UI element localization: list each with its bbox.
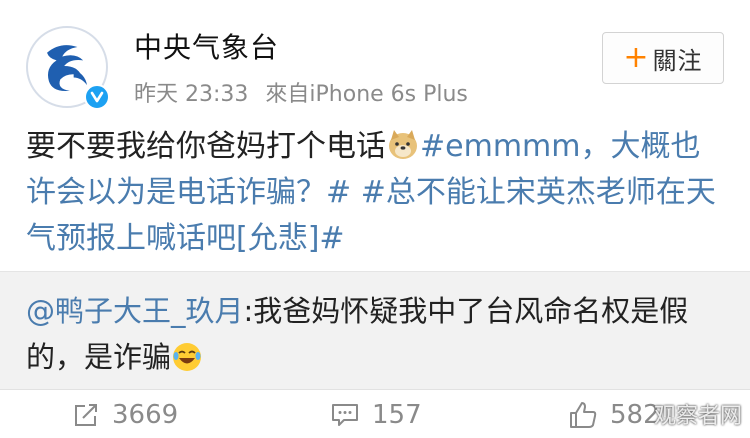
content-text: 要不要我给你爸妈打个电话: [26, 129, 386, 164]
verified-icon: [84, 84, 110, 110]
repost-icon: [75, 404, 97, 426]
laugh-cry-emoji: [173, 343, 202, 371]
post-source: 來自iPhone 6s Plus: [265, 82, 468, 107]
retweet-box[interactable]: @鸭子大王_玖月:我爸妈怀疑我中了台风命名权是假的，是诈骗: [0, 271, 750, 389]
follow-label: 關注: [652, 46, 703, 75]
comment-button[interactable]: 157: [330, 400, 422, 430]
mention-link[interactable]: @鸭子大王_玖月: [26, 294, 244, 328]
comment-icon: [332, 404, 358, 426]
post-meta: 昨天 23:33 來自iPhone 6s Plus: [134, 76, 478, 108]
avatar[interactable]: [26, 26, 110, 110]
repost-count: 3669: [112, 400, 179, 430]
repost-button[interactable]: 3669: [72, 400, 178, 430]
action-bar: 3669 157 582: [0, 389, 750, 438]
follow-button[interactable]: + 關注: [602, 32, 724, 84]
username[interactable]: 中央气象台: [134, 26, 279, 66]
like-icon: [570, 402, 597, 428]
comment-count: 157: [372, 400, 422, 430]
doge-emoji: [389, 130, 417, 159]
weibo-post: 中央气象台 昨天 23:33 來自iPhone 6s Plus + 關注 要不要…: [0, 0, 750, 438]
post-content: 要不要我给你爸妈打个电话 #emmmm，大概也许会以为是电话诈骗？# #总不能让…: [26, 124, 726, 262]
retweet-content: @鸭子大王_玖月:我爸妈怀疑我中了台风命名权是假的，是诈骗: [26, 288, 726, 380]
watermark: 观察者网: [653, 404, 742, 429]
like-button[interactable]: 582: [568, 400, 660, 430]
post-time: 昨天 23:33: [134, 82, 249, 107]
plus-icon: +: [623, 40, 649, 75]
like-count: 582: [610, 400, 660, 430]
